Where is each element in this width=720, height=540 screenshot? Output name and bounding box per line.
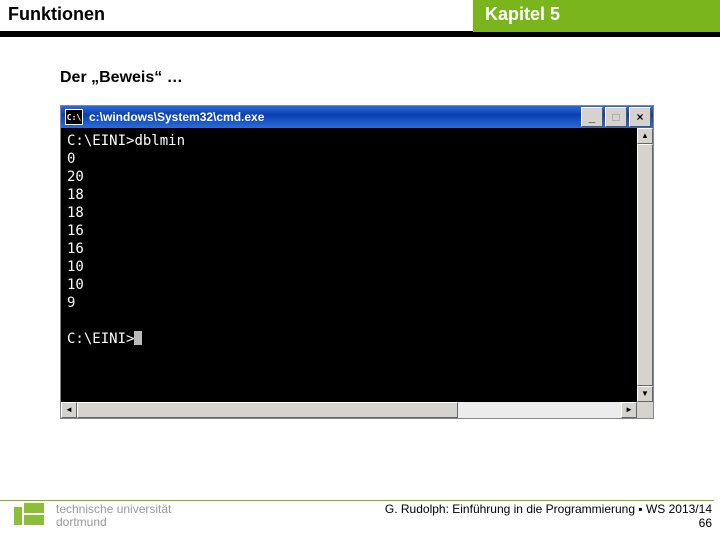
prompt-1: C:\EINI> — [67, 133, 134, 149]
scroll-up-button[interactable]: ▲ — [637, 128, 653, 144]
page-number: 66 — [171, 516, 712, 530]
uni-line1: technische universität — [56, 502, 171, 516]
cursor-icon — [134, 331, 142, 345]
slide-footer: technische universität dortmund G. Rudol… — [0, 502, 720, 530]
cmd-icon: C:\ — [65, 109, 83, 125]
scroll-left-button[interactable]: ◄ — [61, 402, 77, 418]
footer-credit: G. Rudolph: Einführung in die Programmie… — [171, 502, 720, 530]
horizontal-scrollbar[interactable]: ◄ ► — [61, 402, 653, 418]
h-scroll-thumb[interactable] — [77, 402, 458, 418]
v-scroll-track[interactable] — [637, 144, 653, 386]
scroll-down-button[interactable]: ▼ — [637, 386, 653, 402]
output-line: 20 — [67, 169, 84, 185]
cmd-titlebar[interactable]: C:\ c:\windows\System32\cmd.exe _ □ × — [61, 106, 653, 128]
vertical-scrollbar[interactable]: ▲ ▼ — [637, 128, 653, 402]
scroll-right-button[interactable]: ► — [621, 402, 637, 418]
v-scroll-thumb[interactable] — [637, 144, 653, 386]
cmd-title-text: c:\windows\System32\cmd.exe — [89, 110, 581, 124]
uni-line2: dortmund — [56, 515, 107, 529]
terminal-body[interactable]: C:\EINI>dblmin 0 20 18 18 16 16 10 10 9 … — [61, 128, 637, 402]
maximize-button[interactable]: □ — [605, 107, 627, 127]
credit-text: G. Rudolph: Einführung in die Programmie… — [385, 502, 712, 516]
output-line: 16 — [67, 241, 84, 257]
output-line: 18 — [67, 187, 84, 203]
cmd-window: C:\ c:\windows\System32\cmd.exe _ □ × C:… — [60, 105, 654, 419]
header-left-title: Funktionen — [0, 0, 473, 26]
prompt-2: C:\EINI> — [67, 331, 134, 347]
close-button[interactable]: × — [629, 107, 651, 127]
footer-divider — [0, 500, 714, 501]
terminal-area: C:\EINI>dblmin 0 20 18 18 16 16 10 10 9 … — [61, 128, 653, 402]
slide-subtitle: Der „Beweis“ … — [60, 69, 676, 87]
output-line: 0 — [67, 151, 75, 167]
scroll-corner — [637, 402, 653, 418]
header-right-chapter: Kapitel 5 — [473, 0, 720, 32]
slide-header: Funktionen Kapitel 5 — [0, 0, 720, 32]
command-text: dblmin — [134, 133, 185, 149]
minimize-button[interactable]: _ — [581, 107, 603, 127]
university-logo-area: technische universität dortmund — [0, 503, 171, 529]
output-line: 18 — [67, 205, 84, 221]
output-line: 10 — [67, 259, 84, 275]
output-line: 10 — [67, 277, 84, 293]
output-line: 16 — [67, 223, 84, 239]
output-line: 9 — [67, 295, 75, 311]
university-name: technische universität dortmund — [56, 503, 171, 529]
tu-logo-icon — [14, 503, 46, 529]
slide-content: Der „Beweis“ … C:\ c:\windows\System32\c… — [0, 37, 720, 419]
h-scroll-track[interactable] — [77, 402, 621, 418]
